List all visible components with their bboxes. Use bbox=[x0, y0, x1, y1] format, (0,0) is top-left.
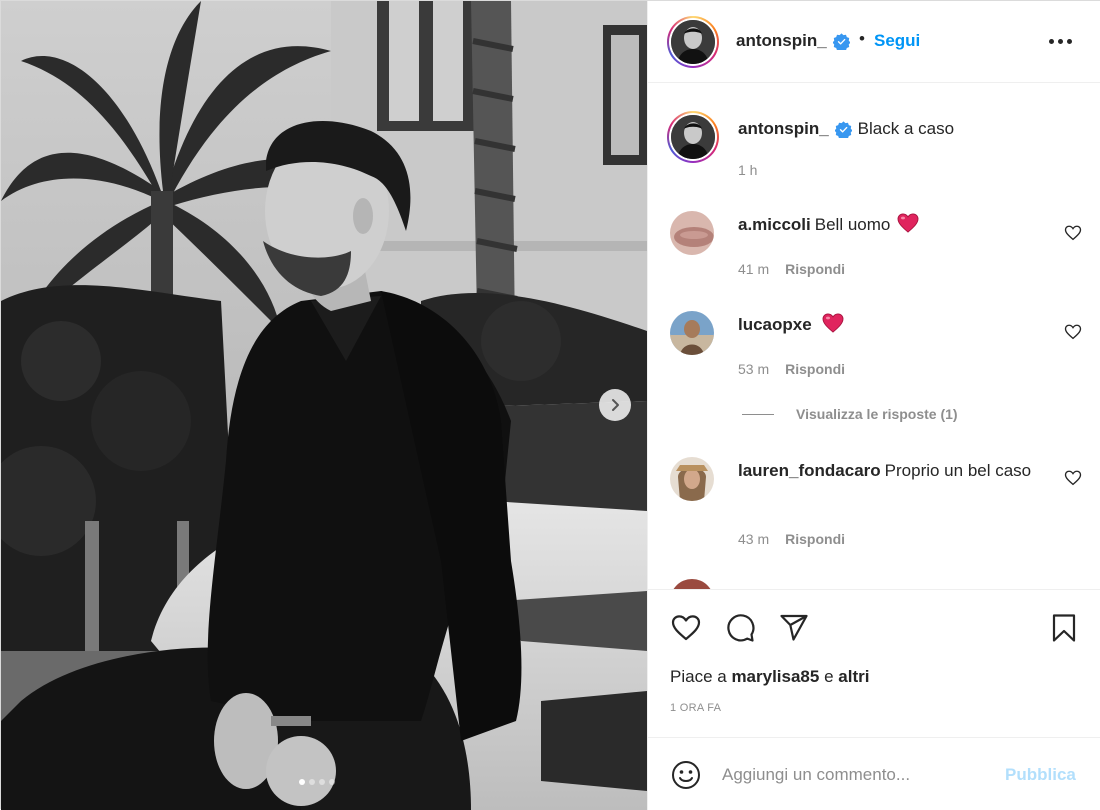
more-options-icon[interactable] bbox=[1049, 39, 1072, 44]
post-side-panel: antonspin_ • Segui antonspin_ Black a ca… bbox=[647, 1, 1100, 810]
verified-badge-icon bbox=[834, 120, 852, 138]
carousel-dot bbox=[319, 779, 325, 785]
red-heart-emoji-icon bbox=[897, 213, 919, 233]
comment-text: Proprio un bel caso bbox=[884, 461, 1032, 480]
post-header: antonspin_ • Segui bbox=[648, 1, 1100, 83]
heart-outline-icon[interactable] bbox=[1064, 323, 1082, 341]
next-slide-button[interactable] bbox=[599, 389, 631, 421]
post-media[interactable] bbox=[1, 1, 647, 810]
divider-line bbox=[742, 413, 774, 415]
reply-button[interactable]: Rispondi bbox=[785, 531, 845, 547]
author-username[interactable]: antonspin_ bbox=[736, 31, 850, 51]
caption-avatar-photo bbox=[671, 115, 715, 159]
caption-timestamp[interactable]: 1 h bbox=[738, 162, 757, 178]
post-dialog: antonspin_ • Segui antonspin_ Black a ca… bbox=[0, 0, 1100, 810]
comment-input[interactable] bbox=[722, 760, 984, 790]
bookmark-icon[interactable] bbox=[1048, 612, 1080, 644]
red-heart-emoji-icon bbox=[822, 313, 844, 333]
likes-others-link[interactable]: altri bbox=[838, 667, 869, 686]
follow-button[interactable]: Segui bbox=[874, 31, 920, 51]
caption: antonspin_ Black a caso bbox=[738, 119, 954, 139]
post-actions: Piace a marylisa85 e altri 1 ORA FA bbox=[648, 589, 1100, 737]
publish-button[interactable]: Pubblica bbox=[1005, 765, 1076, 785]
heart-outline-icon[interactable] bbox=[670, 612, 702, 644]
chevron-right-icon bbox=[612, 399, 619, 411]
comment-avatar-photo bbox=[670, 311, 714, 355]
view-replies-label[interactable]: Visualizza le risposte (1) bbox=[796, 406, 958, 422]
smiley-face-icon[interactable] bbox=[670, 759, 702, 791]
author-avatar[interactable] bbox=[667, 16, 719, 68]
likes-summary: Piace a marylisa85 e altri bbox=[670, 667, 869, 687]
comment-composer: Pubblica bbox=[648, 737, 1100, 810]
verified-badge-icon bbox=[832, 32, 850, 50]
comment-avatar[interactable] bbox=[670, 311, 714, 355]
carousel-dot bbox=[309, 779, 315, 785]
comment-avatar-photo bbox=[670, 579, 714, 589]
comment-username[interactable]: a.miccoli bbox=[738, 215, 811, 234]
comment-avatar-photo bbox=[670, 457, 714, 501]
comment-avatar-photo bbox=[670, 211, 714, 255]
comment-text: Bell uomo bbox=[814, 215, 891, 234]
heart-outline-icon[interactable] bbox=[1064, 469, 1082, 487]
carousel-dot bbox=[299, 779, 305, 785]
comments-list[interactable]: antonspin_ Black a caso 1 h a.miccoli Be… bbox=[648, 84, 1100, 589]
comment-body: lauren_fondacaro Proprio un bel caso bbox=[738, 458, 1056, 483]
comment-avatar[interactable] bbox=[670, 579, 714, 589]
reply-button[interactable]: Rispondi bbox=[785, 261, 845, 277]
comment-body: a.miccoli Bell uomo bbox=[738, 212, 1056, 237]
paper-plane-icon[interactable] bbox=[778, 612, 810, 644]
comment-avatar[interactable] bbox=[670, 457, 714, 501]
likes-user-link[interactable]: marylisa85 bbox=[731, 667, 819, 686]
comment-meta: 43 m Rispondi bbox=[738, 531, 845, 547]
comment-meta: 53 m Rispondi bbox=[738, 361, 845, 377]
comment-username[interactable]: lucaopxe bbox=[738, 315, 812, 334]
caption-avatar[interactable] bbox=[667, 111, 719, 163]
author-avatar-photo bbox=[671, 20, 715, 64]
heart-outline-icon[interactable] bbox=[1064, 224, 1082, 242]
comment-body: lucaopxe bbox=[738, 312, 1056, 337]
comment-bubble-icon[interactable] bbox=[724, 612, 756, 644]
carousel-dot bbox=[329, 779, 335, 785]
post-timestamp[interactable]: 1 ORA FA bbox=[670, 702, 721, 714]
likes-prefix: Piace a bbox=[670, 667, 727, 686]
view-replies-button[interactable]: Visualizza le risposte (1) bbox=[742, 406, 958, 422]
likes-joiner: e bbox=[824, 667, 834, 686]
author-username-text[interactable]: antonspin_ bbox=[736, 31, 827, 51]
caption-text: Black a caso bbox=[857, 119, 955, 138]
comment-timestamp[interactable]: 43 m bbox=[738, 531, 769, 547]
caption-username[interactable]: antonspin_ bbox=[738, 119, 829, 139]
comment-timestamp[interactable]: 41 m bbox=[738, 261, 769, 277]
comment-avatar[interactable] bbox=[670, 211, 714, 255]
comment-username[interactable]: lauren_fondacaro bbox=[738, 461, 881, 480]
comment-timestamp[interactable]: 53 m bbox=[738, 361, 769, 377]
separator-dot: • bbox=[859, 29, 865, 48]
reply-button[interactable]: Rispondi bbox=[785, 361, 845, 377]
carousel-indicator bbox=[299, 779, 335, 785]
comment-meta: 41 m Rispondi bbox=[738, 261, 845, 277]
post-photo bbox=[1, 1, 647, 810]
